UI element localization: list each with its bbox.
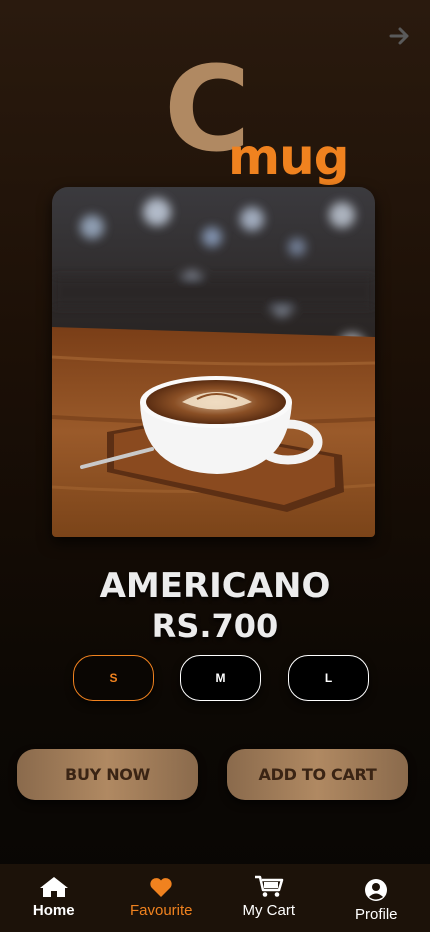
nav-item-profile[interactable]: Profile (323, 864, 430, 932)
size-option-l[interactable]: L (288, 655, 369, 701)
product-name: AMERICANO (99, 566, 331, 606)
bottom-navigation: Home Favourite My Cart Profile (0, 864, 430, 932)
nav-item-cart[interactable]: My Cart (215, 864, 323, 932)
forward-arrow-button[interactable] (384, 20, 416, 52)
nav-item-home[interactable]: Home (0, 864, 108, 932)
app-logo: C mug (160, 50, 380, 190)
product-image (52, 187, 375, 537)
heart-icon (149, 874, 173, 898)
product-price: RS.700 (151, 607, 279, 645)
nav-label-home: Home (32, 902, 75, 919)
nav-label-favourite: Favourite (129, 902, 193, 919)
add-to-cart-button[interactable]: ADD TO CART (227, 749, 408, 800)
size-option-s[interactable]: S (73, 655, 154, 701)
size-option-m[interactable]: M (180, 655, 261, 701)
cart-icon (254, 874, 284, 898)
arrow-right-icon (389, 27, 409, 45)
nav-item-favourite[interactable]: Favourite (108, 864, 216, 932)
buy-now-button[interactable]: BUY NOW (17, 749, 198, 800)
home-icon (39, 874, 69, 898)
logo-word: mug (228, 128, 349, 186)
nav-label-profile: Profile (354, 906, 398, 923)
profile-icon (364, 874, 388, 902)
nav-label-cart: My Cart (242, 902, 296, 919)
